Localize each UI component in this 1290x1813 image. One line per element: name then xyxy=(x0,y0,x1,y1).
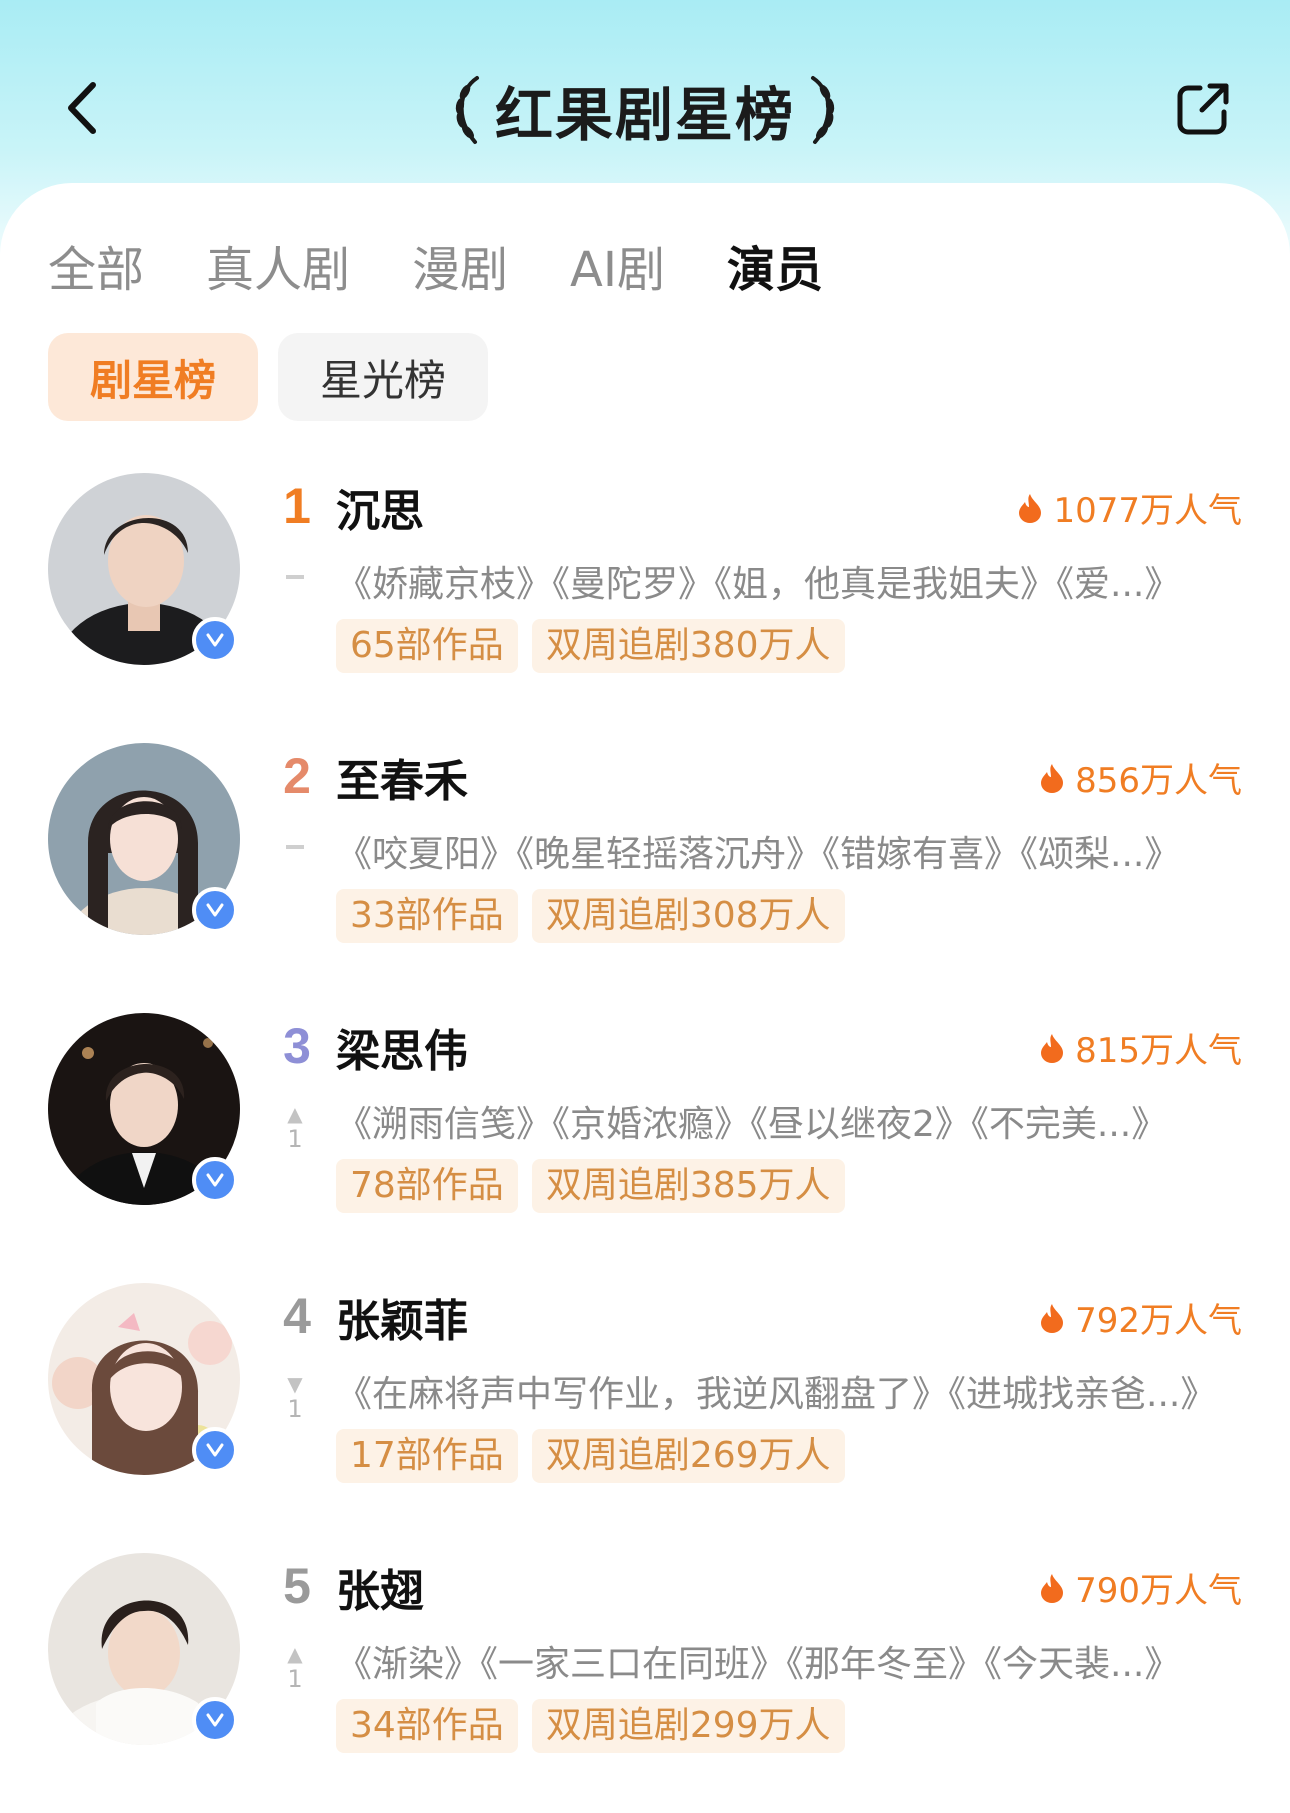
page-title: 红果剧星榜 xyxy=(494,81,795,149)
share-icon xyxy=(1177,83,1229,135)
popularity: 792万人气 xyxy=(1039,1293,1242,1342)
category-tabs: 全部 真人剧 漫剧 AI剧 演员 xyxy=(48,230,885,300)
tab-comic[interactable]: 漫剧 xyxy=(412,230,508,300)
actor-tags: 17部作品 双周追剧269万人 xyxy=(336,1429,845,1483)
actor-row[interactable]: 1 沉思 1077万人气 《娇藏京枝》《曼陀罗》《姐，他真是我姐夫》《爱...》… xyxy=(0,473,1290,703)
tab-live-action[interactable]: 真人剧 xyxy=(206,230,350,300)
popularity-value: 815万人气 xyxy=(1075,1031,1242,1071)
rank-number: 3 xyxy=(283,1018,311,1074)
actor-row[interactable]: 5 ▲ 1 张翅 790万人气 《渐染》《一家三口在同班》《那年冬至》《今天裴.… xyxy=(0,1553,1290,1783)
verified-badge-icon xyxy=(192,1697,238,1743)
works-count-tag: 33部作品 xyxy=(336,889,518,943)
flame-icon xyxy=(1041,763,1064,793)
works-count-tag: 78部作品 xyxy=(336,1159,518,1213)
followers-tag: 双周追剧269万人 xyxy=(531,1429,845,1483)
ranking-subtabs: 剧星榜 星光榜 xyxy=(48,333,488,421)
header: 红果剧星榜 xyxy=(0,0,1290,180)
flame-icon xyxy=(1041,1573,1064,1603)
popularity-value: 790万人气 xyxy=(1075,1571,1242,1611)
popularity: 856万人气 xyxy=(1039,753,1242,802)
works-count-tag: 17部作品 xyxy=(336,1429,518,1483)
popularity: 790万人气 xyxy=(1039,1563,1242,1612)
flame-icon xyxy=(1041,1033,1064,1063)
actor-name[interactable]: 张翅 xyxy=(336,1555,424,1619)
subtab-drama-star-list[interactable]: 剧星榜 xyxy=(48,333,258,421)
verified-badge-icon xyxy=(192,887,238,933)
trend-flat-icon xyxy=(286,845,304,849)
works-list: 《溯雨信笺》《京婚浓瘾》《昼以继夜2》《不完美...》 xyxy=(336,1104,1168,1145)
works-list: 《渐染》《一家三口在同班》《那年冬至》《今天裴...》 xyxy=(336,1644,1181,1685)
tab-actors[interactable]: 演员 xyxy=(727,230,823,300)
works-list: 《在麻将声中写作业，我逆风翻盘了》《进城找亲爸...》 xyxy=(336,1374,1217,1415)
rank-trend: ▲ 1 xyxy=(278,1643,312,1693)
popularity-value: 856万人气 xyxy=(1075,761,1242,801)
rank-trend: ▼ 1 xyxy=(278,1373,312,1423)
popularity-value: 1077万人气 xyxy=(1053,491,1242,531)
popularity: 1077万人气 xyxy=(1017,483,1242,532)
tab-ai[interactable]: AI剧 xyxy=(570,230,665,300)
trend-up-icon: ▲ xyxy=(287,1102,303,1126)
followers-tag: 双周追剧308万人 xyxy=(531,889,845,943)
actor-tags: 65部作品 双周追剧380万人 xyxy=(336,619,845,673)
rank-number: 2 xyxy=(283,748,311,804)
works-list: 《娇藏京枝》《曼陀罗》《姐，他真是我姐夫》《爱...》 xyxy=(336,564,1181,605)
followers-tag: 双周追剧380万人 xyxy=(531,619,845,673)
trend-value: 1 xyxy=(287,1395,303,1423)
rank-trend xyxy=(278,833,312,849)
actor-tags: 33部作品 双周追剧308万人 xyxy=(336,889,845,943)
followers-tag: 双周追剧385万人 xyxy=(531,1159,845,1213)
page: 红果剧星榜 全部 真人剧 漫剧 AI剧 演员 剧星榜 星光榜 1 沉思 1077… xyxy=(0,0,1290,1813)
actor-row[interactable]: 3 ▲ 1 梁思伟 815万人气 《溯雨信笺》《京婚浓瘾》《昼以继夜2》《不完美… xyxy=(0,1013,1290,1243)
flame-icon xyxy=(1041,1303,1064,1333)
actor-name[interactable]: 张颖菲 xyxy=(336,1285,468,1349)
popularity-value: 792万人气 xyxy=(1075,1301,1242,1341)
rank-trend xyxy=(278,563,312,579)
verified-badge-icon xyxy=(192,1157,238,1203)
actor-row[interactable]: 4 ▼ 1 张颖菲 792万人气 《在麻将声中写作业，我逆风翻盘了》《进城找亲爸… xyxy=(0,1283,1290,1513)
subtab-starlight-list[interactable]: 星光榜 xyxy=(278,333,488,421)
verified-badge-icon xyxy=(192,617,238,663)
rank-number: 1 xyxy=(283,478,311,534)
verified-badge-icon xyxy=(192,1427,238,1473)
works-count-tag: 65部作品 xyxy=(336,619,518,673)
rank-number: 4 xyxy=(283,1288,311,1344)
actor-row[interactable]: 2 至春禾 856万人气 《咬夏阳》《晚星轻摇落沉舟》《错嫁有喜》《颂梨...》… xyxy=(0,743,1290,973)
laurel-right-icon xyxy=(811,76,835,144)
trend-down-icon: ▼ xyxy=(287,1372,303,1396)
rank-number: 5 xyxy=(283,1558,311,1614)
laurel-left-icon xyxy=(455,76,479,144)
actor-name[interactable]: 梁思伟 xyxy=(336,1015,468,1079)
followers-tag: 双周追剧299万人 xyxy=(531,1699,845,1753)
popularity: 815万人气 xyxy=(1039,1023,1242,1072)
rank-trend: ▲ 1 xyxy=(278,1103,312,1153)
flame-icon xyxy=(1019,493,1042,523)
content-card: 全部 真人剧 漫剧 AI剧 演员 剧星榜 星光榜 1 沉思 1077万人气 《娇… xyxy=(0,183,1290,1813)
works-list: 《咬夏阳》《晚星轻摇落沉舟》《错嫁有喜》《颂梨...》 xyxy=(336,834,1181,875)
works-count-tag: 34部作品 xyxy=(336,1699,518,1753)
title-wrap: 红果剧星榜 xyxy=(0,70,1290,150)
trend-flat-icon xyxy=(286,575,304,579)
actor-tags: 78部作品 双周追剧385万人 xyxy=(336,1159,845,1213)
actor-tags: 34部作品 双周追剧299万人 xyxy=(336,1699,845,1753)
trend-value: 1 xyxy=(287,1125,303,1153)
actor-name[interactable]: 至春禾 xyxy=(336,745,468,809)
tab-all[interactable]: 全部 xyxy=(48,230,144,300)
trend-value: 1 xyxy=(287,1665,303,1693)
trend-up-icon: ▲ xyxy=(287,1642,303,1666)
actor-name[interactable]: 沉思 xyxy=(336,475,424,539)
share-button[interactable] xyxy=(1174,80,1232,138)
